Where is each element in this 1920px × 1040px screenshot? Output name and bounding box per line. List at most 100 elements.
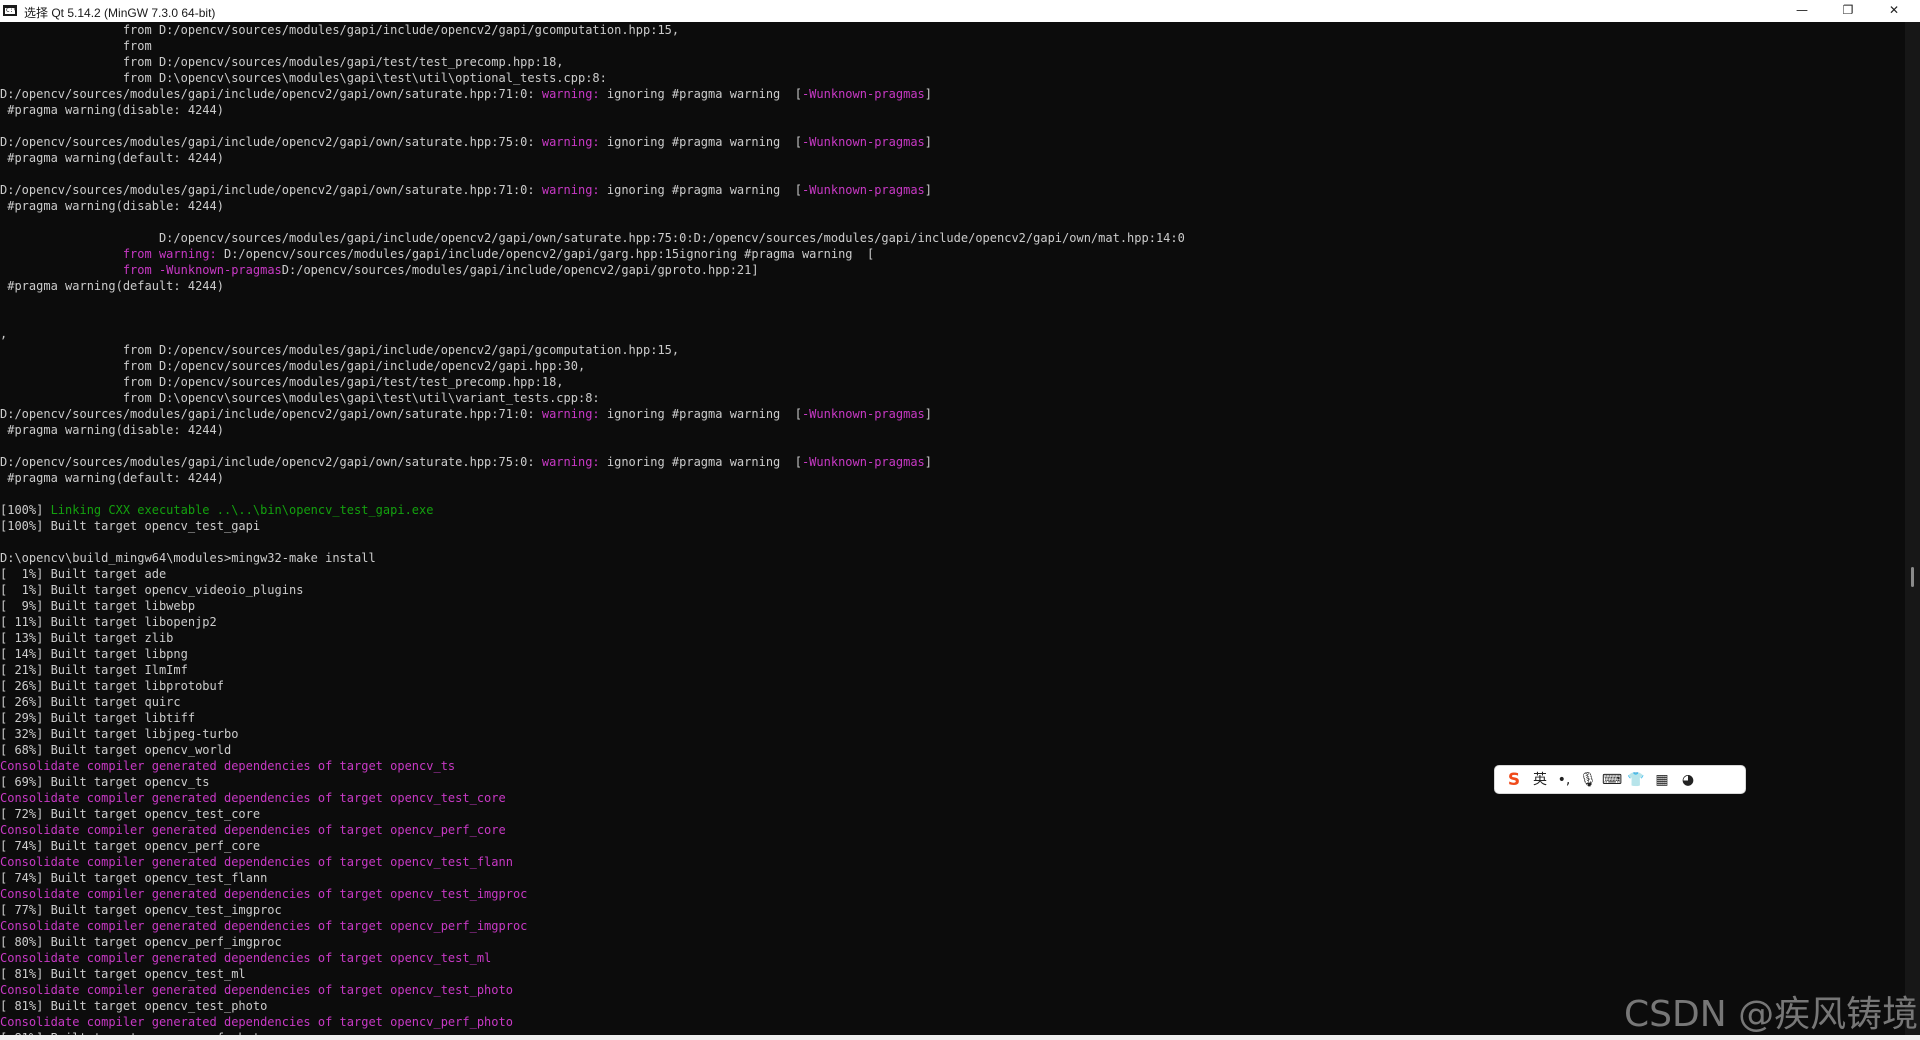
console-line: [ 74%] Built target opencv_perf_core <box>0 838 1905 854</box>
console-text: from D:\opencv\sources\modules\gapi\test… <box>0 391 600 405</box>
console-text: [ 21%] Built target IlmImf <box>0 663 188 677</box>
scrollbar-thumb[interactable] <box>1911 567 1914 587</box>
console-line: Consolidate compiler generated dependenc… <box>0 822 1905 838</box>
console-text: -Wunknown-pragmas <box>801 455 925 469</box>
console-line: [ 21%] Built target IlmImf <box>0 662 1905 678</box>
console-line: from D:\opencv\sources\modules\gapi\test… <box>0 390 1905 406</box>
console-text: D:/opencv/sources/modules/gapi/include/o… <box>281 263 759 277</box>
vertical-scrollbar[interactable] <box>1905 22 1920 1035</box>
console-line: [ 77%] Built target opencv_test_imgproc <box>0 902 1905 918</box>
console-line: from -Wunknown-pragmasD:/opencv/sources/… <box>0 262 1905 278</box>
console-text: Consolidate compiler generated dependenc… <box>0 823 506 837</box>
console-line: D:/opencv/sources/modules/gapi/include/o… <box>0 182 1905 198</box>
console-line: Consolidate compiler generated dependenc… <box>0 918 1905 934</box>
console-text: #pragma warning(default: 4244) <box>0 279 224 293</box>
console-line: [ 32%] Built target libjpeg-turbo <box>0 726 1905 742</box>
console-line: [ 72%] Built target opencv_test_core <box>0 806 1905 822</box>
console-text: ignoring #pragma warning [ <box>599 87 802 101</box>
console-line: Consolidate compiler generated dependenc… <box>0 854 1905 870</box>
restore-button[interactable]: ❐ <box>1825 0 1871 22</box>
console-line: [100%] Built target opencv_test_gapi <box>0 518 1905 534</box>
console-text: warning: <box>541 87 600 101</box>
console-text: -Wunknown-pragmas <box>801 183 925 197</box>
console-text: #pragma warning(disable: 4244) <box>0 199 224 213</box>
mascot-icon[interactable]: ◕ <box>1677 769 1699 791</box>
console-line: #pragma warning(default: 4244) <box>0 470 1905 486</box>
console-text: warning: <box>541 183 600 197</box>
console-line: [ 74%] Built target opencv_test_flann <box>0 870 1905 886</box>
console-line: D:/opencv/sources/modules/gapi/include/o… <box>0 86 1905 102</box>
keyboard-icon[interactable]: ⌨ <box>1601 769 1623 791</box>
punctuation-icon[interactable]: •, <box>1553 769 1575 791</box>
console-line: from D:/opencv/sources/modules/gapi/incl… <box>0 342 1905 358</box>
console-line: from D:/opencv/sources/modules/gapi/incl… <box>0 358 1905 374</box>
skin-shirt-icon[interactable]: 👕 <box>1625 769 1647 791</box>
console-text: ] <box>924 135 933 149</box>
console-line: Consolidate compiler generated dependenc… <box>0 950 1905 966</box>
console-line: from warning: D:/opencv/sources/modules/… <box>0 246 1905 262</box>
console-text: D:/opencv/sources/modules/gapi/include/o… <box>0 407 542 421</box>
minimize-button[interactable]: — <box>1779 0 1825 22</box>
console-line: D:/opencv/sources/modules/gapi/include/o… <box>0 454 1905 470</box>
console-line: Consolidate compiler generated dependenc… <box>0 1014 1905 1030</box>
language-toggle[interactable]: 英 <box>1529 769 1551 791</box>
console-text: #pragma warning(disable: 4244) <box>0 103 224 117</box>
console-text: -Wunknown-pragmas <box>801 135 925 149</box>
console-text: [ 1%] Built target ade <box>0 567 167 581</box>
console-text: ignoring #pragma warning [ <box>599 455 802 469</box>
console-line: [ 80%] Built target opencv_perf_imgproc <box>0 934 1905 950</box>
console-line: from D:/opencv/sources/modules/gapi/test… <box>0 54 1905 70</box>
console-line: [ 11%] Built target libopenjp2 <box>0 614 1905 630</box>
window-bottom-edge <box>0 1035 1920 1040</box>
console-line: #pragma warning(disable: 4244) <box>0 102 1905 118</box>
console-text: [100%] <box>0 503 51 517</box>
console-text: [ 9%] Built target libwebp <box>0 599 196 613</box>
console-text: -Wunknown-pragmas <box>801 407 925 421</box>
console-text: [ 81%] Built target opencv_test_photo <box>0 999 268 1013</box>
ime-toolbar[interactable]: S 英 •, 🎙 ⌨ 👕 ▦ ◕ <box>1494 765 1746 794</box>
console-text: ] <box>924 455 933 469</box>
console-line: D:/opencv/sources/modules/gapi/include/o… <box>0 230 1905 246</box>
microphone-icon[interactable]: 🎙 <box>1577 769 1599 791</box>
console-text: D:/opencv/sources/modules/gapi/include/o… <box>0 231 1185 245</box>
console-text: warning: <box>541 135 600 149</box>
console-text: [ 29%] Built target libtiff <box>0 711 196 725</box>
title-bar[interactable]: C:\ 选择 Qt 5.14.2 (MinGW 7.3.0 64-bit) — … <box>0 0 1920 22</box>
close-button[interactable]: ✕ <box>1871 0 1917 22</box>
console-line: from D:/opencv/sources/modules/gapi/test… <box>0 374 1905 390</box>
console-text: Consolidate compiler generated dependenc… <box>0 919 528 933</box>
toolbox-grid-icon[interactable]: ▦ <box>1651 769 1673 791</box>
console-line: [ 14%] Built target libpng <box>0 646 1905 662</box>
console-text: from D:/opencv/sources/modules/gapi/test… <box>0 55 564 69</box>
console-line: D:/opencv/sources/modules/gapi/include/o… <box>0 134 1905 150</box>
console-line: #pragma warning(disable: 4244) <box>0 422 1905 438</box>
console-line: [ 29%] Built target libtiff <box>0 710 1905 726</box>
console-line: #pragma warning(default: 4244) <box>0 150 1905 166</box>
console-line: , <box>0 326 1905 342</box>
console-text: #pragma warning(default: 4244) <box>0 471 224 485</box>
console-text: ] <box>924 183 933 197</box>
console-text: Consolidate compiler generated dependenc… <box>0 983 513 997</box>
console-text: [ 1%] Built target opencv_videoio_plugin… <box>0 583 304 597</box>
console-text: D:/opencv/sources/modules/gapi/include/o… <box>0 183 542 197</box>
console-text: [ 80%] Built target opencv_perf_imgproc <box>0 935 282 949</box>
console-text: from D:/opencv/sources/modules/gapi/incl… <box>0 359 586 373</box>
console-text: D:/opencv/sources/modules/gapi/include/o… <box>0 455 542 469</box>
console-line: [ 1%] Built target ade <box>0 566 1905 582</box>
console-output[interactable]: from D:/opencv/sources/modules/gapi/incl… <box>0 22 1905 1035</box>
console-text: from -Wunknown-pragmas <box>122 263 282 277</box>
console-text: [ 32%] Built target libjpeg-turbo <box>0 727 239 741</box>
sogou-logo-icon[interactable]: S <box>1503 769 1525 791</box>
console-text: [ 11%] Built target libopenjp2 <box>0 615 217 629</box>
console-text: Linking CXX executable ..\..\bin\opencv_… <box>50 503 434 517</box>
console-line: [ 26%] Built target libprotobuf <box>0 678 1905 694</box>
csdn-watermark: CSDN @疾风铸境 <box>1624 994 1919 1035</box>
console-text: #pragma warning(disable: 4244) <box>0 423 224 437</box>
